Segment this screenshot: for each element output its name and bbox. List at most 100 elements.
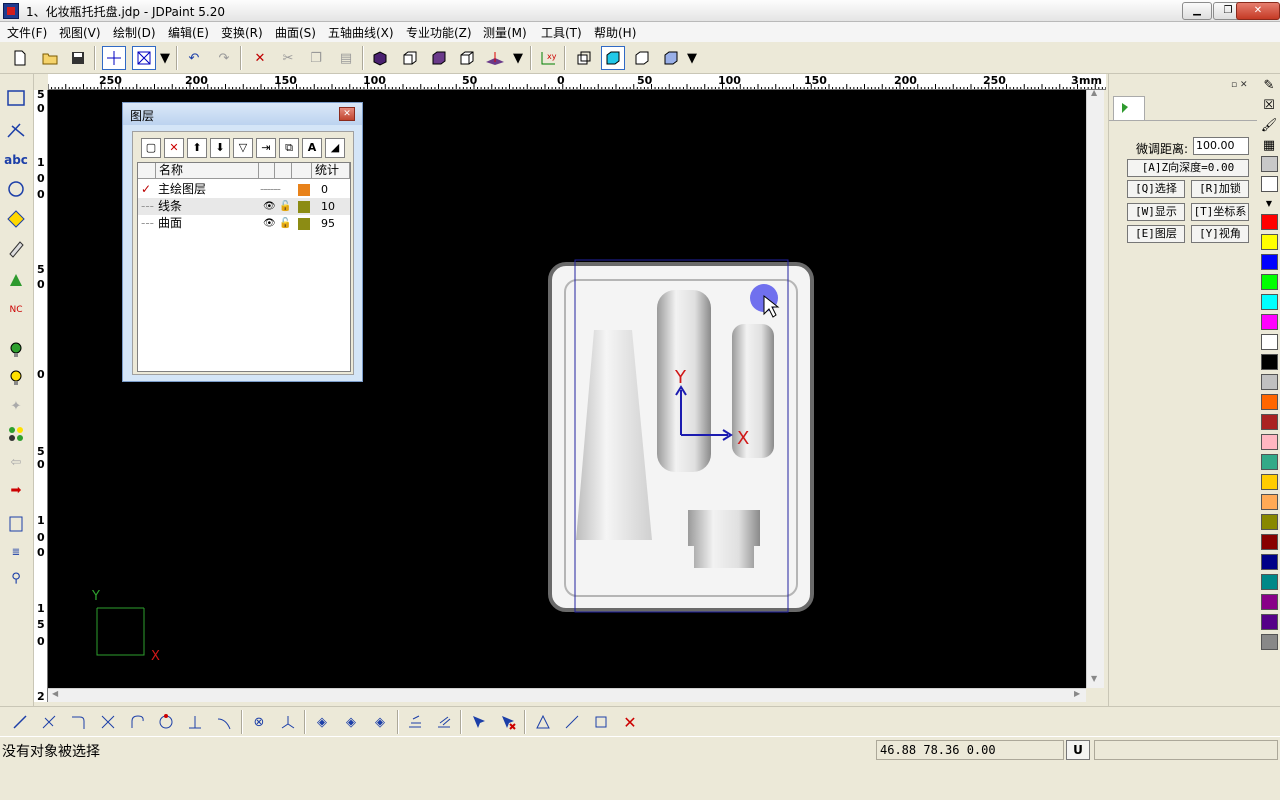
layer-down-icon[interactable]: ⬇ [210,138,230,158]
circle-tool-icon[interactable] [4,177,28,201]
palette-dropdown-icon[interactable]: ▼ [1258,194,1280,212]
intersect-icon[interactable] [96,710,120,734]
curve-tool-icon[interactable] [4,207,28,231]
color-swatch[interactable] [1261,474,1278,490]
filter-icon[interactable]: ▽ [233,138,253,158]
zoom-window-icon[interactable] [132,46,156,70]
light-gray-icon[interactable]: ✦ [4,394,28,418]
end-point-icon[interactable] [276,710,300,734]
color-swatch[interactable] [1261,354,1278,370]
layer-color-swatch[interactable] [298,184,310,196]
color-swatch[interactable] [1261,534,1278,550]
layer-panel-close-button[interactable]: ✕ [339,107,355,121]
horizontal-scrollbar[interactable]: ◀ ▶ [48,688,1086,702]
line-tool-icon[interactable] [4,118,28,142]
menu-five-axis[interactable]: 五轴曲线(X) [328,24,394,41]
display-dropdown-icon[interactable]: ▼ [684,46,700,70]
display-button[interactable]: [W]显示 [1127,203,1185,221]
color-swatch[interactable] [1261,214,1278,230]
color-swatch[interactable] [1261,414,1278,430]
corner-icon[interactable] [66,710,90,734]
sort-icon[interactable]: ◢ [325,138,345,158]
menu-help[interactable]: 帮助(H) [594,24,636,41]
box-view-icon[interactable] [4,512,28,536]
tool-path-icon[interactable]: ⚲ [4,566,28,590]
panel-tab[interactable] [1113,96,1145,120]
color-swatch[interactable] [1261,374,1278,390]
color-swatch[interactable] [1261,274,1278,290]
color-swatch[interactable] [1261,554,1278,570]
dropdown-icon[interactable]: ▼ [157,46,173,70]
menu-view[interactable]: 视图(V) [59,24,101,41]
cancel-snap-icon[interactable]: ✕ [618,710,642,734]
view-more-dropdown-icon[interactable]: ▼ [510,46,526,70]
save-icon[interactable] [66,46,90,70]
arrow-left-icon[interactable]: ⇦ [4,450,28,474]
snap-box-icon[interactable] [589,710,613,734]
open-folder-icon[interactable] [38,46,62,70]
font-icon[interactable]: A [302,138,322,158]
close-button[interactable]: ✕ [1236,2,1280,20]
layer-button[interactable]: [E]图层 [1127,225,1185,243]
nc-tool-icon[interactable]: NC [4,298,28,322]
layer-row[interactable]: ✓ 主绘图层 ------ 0 [138,181,350,198]
minimize-button[interactable]: ▁ [1182,2,1212,20]
layer-panel-header[interactable]: 图层 [123,103,362,125]
layer-row[interactable]: --- 线条 👁 🔓 10 [138,198,350,215]
color-swatch[interactable] [1261,594,1278,610]
coord-icon[interactable]: xy [536,46,560,70]
select-arrow-icon[interactable] [467,710,491,734]
perpendicular-icon[interactable] [183,710,207,734]
pattern-icon[interactable]: ▦ [1258,136,1280,154]
cut-icon[interactable]: ✂ [276,46,300,70]
offset-icon[interactable] [432,710,456,734]
light-green-icon[interactable] [4,338,28,362]
line-segment-icon[interactable] [8,710,32,734]
extend-icon[interactable] [403,710,427,734]
text-tool-icon[interactable]: abc [4,148,28,172]
center-point-icon[interactable]: ⊗ [247,710,271,734]
pen-icon[interactable]: ✎ [1258,76,1280,94]
diamond-snap-2-icon[interactable]: ◈ [339,710,363,734]
coord-system-button[interactable]: [T]坐标系 [1191,203,1249,221]
wireframe-icon[interactable] [630,46,654,70]
new-layer-icon[interactable]: ▢ [141,138,161,158]
light-yellow-icon[interactable] [4,366,28,390]
snap-grid-icon[interactable] [531,710,555,734]
shaded-cube-icon[interactable] [368,46,392,70]
undo-icon[interactable]: ↶ [182,46,206,70]
new-file-icon[interactable] [8,46,32,70]
multi-light-icon[interactable] [4,422,28,446]
menu-surface[interactable]: 曲面(S) [275,24,316,41]
redo-icon[interactable]: ↷ [212,46,236,70]
menu-edit[interactable]: 编辑(E) [168,24,209,41]
eye-icon[interactable]: 👁 [263,215,276,232]
menu-tools[interactable]: 工具(T) [541,24,582,41]
view-box-icon[interactable] [572,46,596,70]
z-depth-button[interactable]: [A]Z向深度=0.00 [1127,159,1249,177]
rectangle-tool-icon[interactable] [4,86,28,110]
lock-button[interactable]: [R]加锁 [1191,180,1249,198]
hatch-icon[interactable]: ≣ [4,540,28,564]
color-swatch[interactable] [1261,314,1278,330]
scroll-up-icon[interactable] [1261,176,1278,192]
deselect-icon[interactable] [496,710,520,734]
display-mode-icon[interactable] [659,46,683,70]
unlock-icon[interactable]: 🔓 [279,198,291,215]
view-angle-button[interactable]: [Y]视角 [1191,225,1249,243]
paste-icon[interactable]: ▤ [334,46,358,70]
side-view-icon[interactable] [427,46,451,70]
color-swatch[interactable] [1261,574,1278,590]
layer-color-swatch[interactable] [298,201,310,213]
unlock-icon[interactable]: 🔓 [279,215,291,232]
menu-file[interactable]: 文件(F) [7,24,47,41]
menu-draw[interactable]: 绘制(D) [113,24,156,41]
menu-transform[interactable]: 变换(R) [221,24,263,41]
arc-icon[interactable] [125,710,149,734]
color-swatch[interactable] [1261,234,1278,250]
circle-point-icon[interactable] [154,710,178,734]
panel-controls[interactable]: ▫ ✕ [1231,80,1248,90]
color-swatch[interactable] [1261,494,1278,510]
color-swatch[interactable] [1261,614,1278,630]
color-swatch[interactable] [1261,634,1278,650]
